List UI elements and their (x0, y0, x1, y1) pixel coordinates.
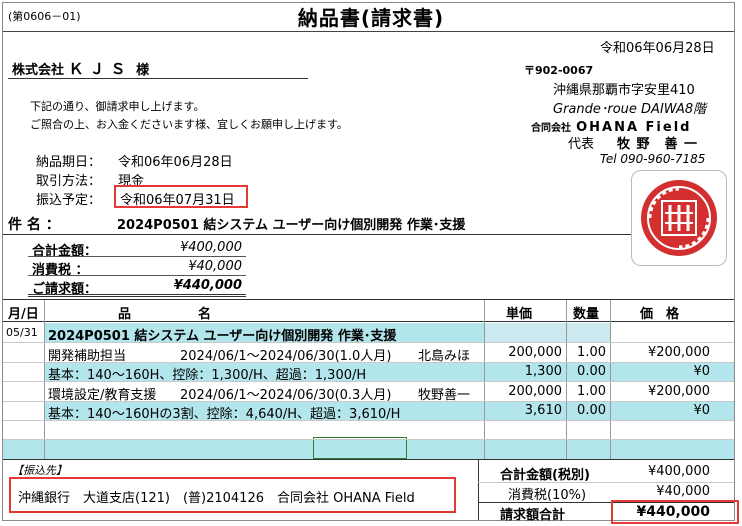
table-bottom-rule (3, 459, 734, 460)
row-1-person: 北島みほ (418, 349, 471, 364)
sender-rep-title: 代表 (568, 137, 595, 152)
row-3-qty: 1.00 (577, 384, 606, 399)
client-name: 株式会社 ＫＪＳ 様 (12, 58, 149, 79)
row-3-name: 環境設定/教育支援 (48, 388, 157, 403)
table-header-date: 月/日 (8, 307, 39, 322)
total-label-tax: 消費税(10%) (508, 488, 587, 503)
row-3-person: 牧野善一 (418, 388, 471, 403)
issue-date: 令和06年06月28日 (600, 41, 715, 56)
subject-label: 件 名 ： (8, 217, 60, 233)
sender-tel: Tel 090-960-7185 (600, 152, 706, 166)
client-suffix: 様 (136, 63, 150, 78)
client-company: ＫＪＳ (68, 60, 132, 78)
sender-rep-name: 牧 野 善 一 (617, 137, 699, 152)
info-label-transfer: 振込予定： (36, 193, 102, 208)
row-2-price: ¥0 (693, 364, 710, 379)
info-value-delivery: 令和06年06月28日 (118, 155, 233, 170)
row-2-name: 基本：140～160H、控除：1,300/H、超過：1,300/H (48, 368, 367, 383)
row-3-period: 2024/06/1～2024/06/30(0.3人月) (180, 388, 392, 403)
table-header-unit: 単価 (506, 307, 533, 322)
sender-company-prefix: 合同会社 (531, 123, 571, 134)
bank-label: 【振込先】 (12, 464, 67, 477)
row-4-name: 基本：140～160Hの3割、控除：4,640/H、超過：3,610/H (48, 407, 401, 422)
group-date: 05/31 (6, 326, 38, 339)
title-rule (3, 31, 734, 32)
message-line-2: ご照合の上、お入金くださいます様、宜しくお願申し上げます。 (30, 118, 348, 131)
summary-line-2 (28, 275, 246, 276)
table-top-rule (3, 299, 734, 300)
document-title: 納品書(請求書) (297, 6, 445, 30)
grid-col-3 (566, 300, 567, 460)
message-line-1: 下記の通り、御請求申し上げます。 (30, 100, 205, 113)
sender-zip: 〒902-0067 (524, 64, 594, 77)
seal-stamp-icon (641, 180, 717, 256)
summary-double-line (28, 294, 246, 297)
grid-col-1 (44, 300, 45, 460)
total-label-grand: 請求額合計 (500, 508, 566, 523)
grid-col-2 (484, 300, 485, 460)
summary-value-total: ¥400,000 (179, 240, 242, 255)
totals-line-1 (478, 482, 734, 483)
row-4-unit: 3,610 (524, 403, 562, 418)
total-value-subtotal: ¥400,000 (647, 464, 710, 479)
grand-total-highlight (611, 500, 739, 524)
subject-value: 2024P0501 結システム ユーザー向け個別開発 作業･支援 (117, 218, 466, 233)
row-2-qty: 0.00 (577, 364, 606, 379)
group-title: 2024P0501 結システム ユーザー向け個別開発 作業･支援 (48, 329, 397, 344)
row-2-unit: 1,300 (524, 364, 562, 379)
totals-divider (478, 460, 479, 520)
sender-address-1: 沖縄県那覇市字安里410 (553, 83, 695, 98)
table-header-price: 価 格 (640, 307, 680, 322)
total-label-subtotal: 合計金額(税別) (500, 468, 590, 483)
row-4-qty: 0.00 (577, 403, 606, 418)
info-label-delivery: 納品期日： (36, 155, 102, 170)
row-1-unit: 200,000 (508, 345, 562, 360)
grid-row-6 (3, 439, 734, 440)
client-prefix: 株式会社 (12, 63, 65, 78)
company-seal (631, 170, 727, 266)
transfer-date-highlight (114, 185, 248, 208)
grid-col-4 (610, 300, 611, 460)
row-1-period: 2024/06/1～2024/06/30(1.0人月) (180, 349, 392, 364)
total-value-tax: ¥40,000 (656, 484, 710, 499)
summary-value-tax: ¥40,000 (188, 259, 242, 274)
table-header-rule (3, 321, 734, 322)
selected-cell[interactable] (313, 437, 407, 459)
row-3-price: ¥200,000 (647, 384, 710, 399)
band-group-right (484, 323, 610, 342)
info-label-method: 取引方法： (36, 174, 102, 189)
row-4-price: ¥0 (693, 403, 710, 418)
bank-highlight (9, 477, 456, 513)
table-header-item-2: 名 (198, 307, 212, 322)
row-1-qty: 1.00 (577, 345, 606, 360)
client-underline (8, 78, 308, 79)
row-1-name: 開発補助担当 (48, 349, 127, 364)
row-3-unit: 200,000 (508, 384, 562, 399)
table-header-item-1: 品 (118, 307, 132, 322)
summary-line-1 (28, 256, 246, 257)
subject-rule (3, 234, 631, 235)
row-1-price: ¥200,000 (647, 345, 710, 360)
sender-address-2: Grande･roue DAIWA8階 (553, 102, 707, 117)
summary-value-billing: ¥440,000 (173, 278, 242, 293)
table-header-qty: 数量 (573, 307, 600, 322)
